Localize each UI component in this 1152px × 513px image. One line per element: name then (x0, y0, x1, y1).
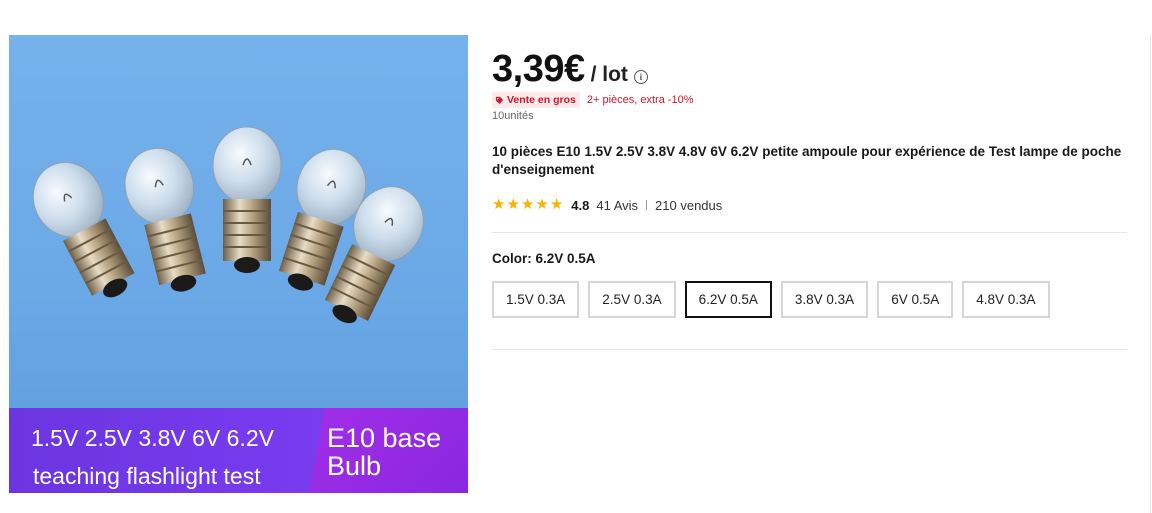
divider (492, 232, 1127, 233)
color-options: 1.5V 0.3A 2.5V 0.3A 6.2V 0.5A 3.8V 0.3A … (492, 281, 1050, 318)
price-unit: / lot (590, 63, 628, 86)
wholesale-tag: Vente en gros (492, 92, 580, 108)
star-icon: ★ (492, 196, 506, 213)
color-option[interactable]: 2.5V 0.3A (588, 281, 676, 318)
image-badge-line2: Bulb (327, 451, 382, 481)
divider (492, 349, 1127, 350)
color-option[interactable]: 3.8V 0.3A (780, 281, 869, 318)
color-option[interactable]: 6V 0.5A (877, 281, 954, 318)
panel-edge (1150, 35, 1151, 513)
tag-icon (495, 96, 504, 104)
star-icon: ★ (549, 196, 564, 213)
star-icon: ★ (520, 196, 535, 213)
color-option[interactable]: 1.5V 0.3A (492, 281, 580, 318)
product-title: 10 pièces E10 1.5V 2.5V 3.8V 4.8V 6V 6.2… (492, 144, 1122, 177)
color-label: Color: 6.2V 0.5A (492, 251, 596, 266)
star-icon: ★ (535, 196, 549, 213)
image-banner-caption: teaching flashlight test (33, 463, 261, 489)
reviews-link[interactable]: 41 Avis (596, 198, 638, 213)
wholesale-tag-label: Vente en gros (507, 94, 576, 106)
image-banner-voltages: 1.5V 2.5V 3.8V 6V 6.2V (31, 425, 274, 451)
rating-value: 4.8 (571, 197, 590, 213)
rating-row: ★ ★ ★ ★ ★ 4.8 41 Avis 210 vendus (492, 197, 722, 213)
color-option[interactable]: 4.8V 0.3A (962, 281, 1050, 318)
sold-count: 210 vendus (655, 197, 723, 213)
product-image[interactable]: 1.5V 2.5V 3.8V 6V 6.2V teaching flashlig… (9, 35, 468, 493)
image-badge-line1: E10 base (327, 423, 442, 453)
separator (646, 200, 648, 210)
color-option-selected[interactable]: 6.2V 0.5A (684, 281, 772, 318)
units-per-lot: 10unités (492, 110, 534, 122)
price: 3,39€ (492, 48, 585, 90)
info-icon[interactable]: i (633, 70, 648, 84)
star-icon: ★ (506, 196, 520, 213)
rating-stars: ★ ★ ★ ★ ★ (492, 197, 563, 213)
wholesale-row: Vente en gros 2+ pièces, extra -10% (492, 92, 694, 108)
image-badge: E10 base Bulb (327, 424, 467, 480)
wholesale-discount: 2+ pièces, extra -10% (586, 94, 694, 106)
price-row: 3,39€ / lot i (492, 48, 648, 91)
